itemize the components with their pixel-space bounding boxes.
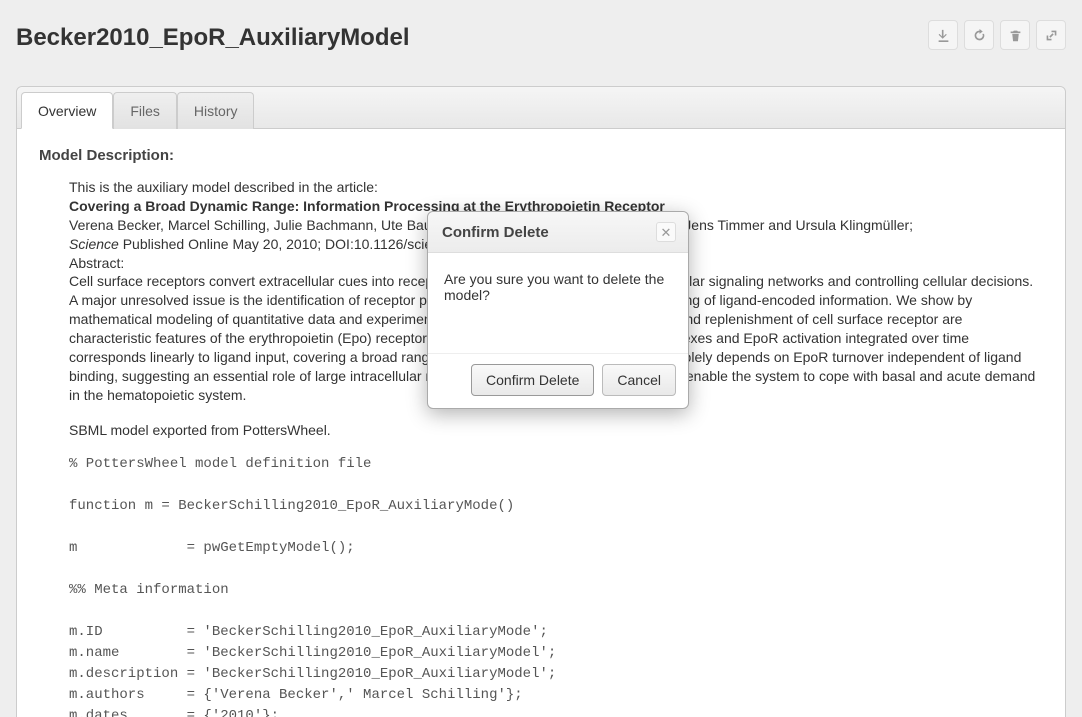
cancel-button[interactable]: Cancel [602, 364, 676, 396]
trash-icon [1009, 29, 1022, 42]
refresh-icon [973, 29, 986, 42]
toolbar [928, 20, 1066, 50]
dialog-title: Confirm Delete [442, 224, 549, 241]
page-title: Becker2010_EpoR_AuxiliaryModel [16, 24, 410, 52]
dialog-body: Are you sure you want to delete the mode… [428, 253, 688, 353]
download-icon [937, 29, 950, 42]
confirm-delete-button[interactable]: Confirm Delete [471, 364, 594, 396]
refresh-button[interactable] [964, 20, 994, 50]
model-description-heading: Model Description: [39, 147, 1043, 164]
dialog-close-button[interactable]: ✕ [656, 222, 676, 242]
tab-files[interactable]: Files [113, 92, 177, 129]
dialog-header: Confirm Delete ✕ [428, 212, 688, 253]
tabs: Overview Files History [17, 87, 1065, 129]
code-block: % PottersWheel model definition file fun… [69, 454, 1043, 717]
close-icon: ✕ [661, 226, 672, 239]
export-line: SBML model exported from PottersWheel. [69, 421, 1043, 440]
confirm-delete-dialog: Confirm Delete ✕ Are you sure you want t… [427, 211, 689, 409]
tab-history[interactable]: History [177, 92, 255, 129]
journal-italic: Science [69, 236, 119, 252]
delete-button[interactable] [1000, 20, 1030, 50]
download-button[interactable] [928, 20, 958, 50]
link-button[interactable] [1036, 20, 1066, 50]
dialog-footer: Confirm Delete Cancel [428, 353, 688, 408]
link-icon [1045, 29, 1058, 42]
tab-overview[interactable]: Overview [21, 92, 113, 129]
intro-line: This is the auxiliary model described in… [69, 178, 1043, 197]
